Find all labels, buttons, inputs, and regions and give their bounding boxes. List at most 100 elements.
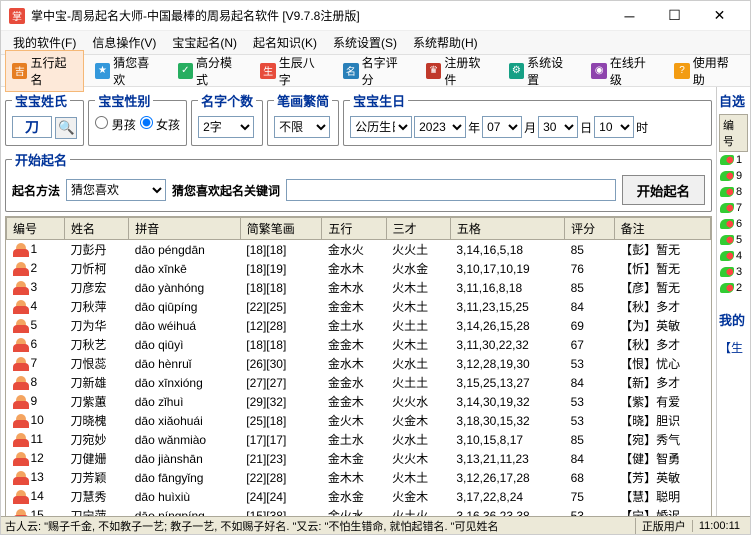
right-header: 编号	[719, 114, 748, 152]
person-icon	[13, 452, 29, 466]
col-编号[interactable]: 编号	[7, 218, 65, 240]
gender-male[interactable]: 男孩	[95, 116, 135, 133]
table-row[interactable]: 4刀秋萍dāo qiūpíng[22][25]金金木火木土3,11,23,15,…	[7, 297, 711, 316]
surname-input[interactable]	[12, 116, 52, 138]
table-row[interactable]: 10刀晓槐dāo xiǎohuái[25][18]金火木火金木3,18,30,1…	[7, 411, 711, 430]
table-row[interactable]: 3刀彦宏dāo yànhóng[18][18]金木水火木土3,11,16,8,1…	[7, 278, 711, 297]
leaf-icon	[720, 219, 734, 229]
person-icon	[13, 338, 29, 352]
person-icon	[13, 376, 29, 390]
right-title: 自选	[719, 91, 748, 110]
app-icon: 掌	[9, 8, 25, 24]
keyword-label: 猜您喜欢起名关键词	[172, 182, 280, 199]
tool-icon: 生	[260, 63, 275, 79]
fav-item[interactable]: 7	[719, 200, 748, 216]
table-row[interactable]: 6刀秋艺dāo qiūyì[18][18]金金木火木土3,11,30,22,32…	[7, 335, 711, 354]
person-icon	[13, 395, 29, 409]
tool-icon: 吉	[12, 63, 27, 79]
right-link[interactable]: 【生	[719, 339, 748, 356]
fav-item[interactable]: 8	[719, 184, 748, 200]
leaf-icon	[720, 187, 734, 197]
table-row[interactable]: 15刀宁萍dāo níngpíng[15][38]金火水火土火3,16,36,2…	[7, 506, 711, 516]
person-icon	[13, 471, 29, 485]
count-select[interactable]: 2字	[198, 116, 254, 138]
method-select[interactable]: 猜您喜欢	[66, 179, 166, 201]
count-group: 名字个数 2字	[191, 91, 263, 146]
person-icon	[13, 433, 29, 447]
col-拼音[interactable]: 拼音	[129, 218, 241, 240]
table-row[interactable]: 8刀新雄dāo xīnxióng[27][27]金金水火土土3,15,25,13…	[7, 373, 711, 392]
col-简繁笔画[interactable]: 简繁笔画	[240, 218, 322, 240]
strokes-select[interactable]: 不限	[274, 116, 330, 138]
table-row[interactable]: 7刀恨蕊dāo hènruǐ[26][30]金水木火水土3,12,28,19,3…	[7, 354, 711, 373]
tool-在线升级[interactable]: ◉在线升级	[584, 50, 663, 92]
col-五行[interactable]: 五行	[322, 218, 386, 240]
fav-item[interactable]: 9	[719, 168, 748, 184]
tool-icon: ?	[674, 63, 689, 79]
fav-item[interactable]: 5	[719, 232, 748, 248]
tool-使用帮助[interactable]: ?使用帮助	[667, 50, 746, 92]
fav-item[interactable]: 1	[719, 152, 748, 168]
tool-生辰八字[interactable]: 生生辰八字	[253, 50, 332, 92]
start-naming-button[interactable]: 开始起名	[622, 175, 705, 205]
surname-search-button[interactable]: 🔍	[55, 117, 77, 139]
surname-legend: 宝宝姓氏	[12, 91, 70, 110]
person-icon	[13, 281, 29, 295]
month-select[interactable]: 07	[482, 116, 522, 138]
person-icon	[13, 509, 29, 516]
col-姓名[interactable]: 姓名	[65, 218, 129, 240]
table-row[interactable]: 9刀紫蕙dāo zǐhuì[29][32]金金木火火水3,14,30,19,32…	[7, 392, 711, 411]
hour-select[interactable]: 10	[594, 116, 634, 138]
person-icon	[13, 357, 29, 371]
leaf-icon	[720, 283, 734, 293]
fav-item[interactable]: 2	[719, 280, 748, 296]
tool-icon: ★	[95, 63, 110, 79]
table-row[interactable]: 13刀芳颖dāo fāngyǐng[22][28]金木木火木土3,12,26,1…	[7, 468, 711, 487]
person-icon	[13, 490, 29, 504]
tool-高分模式[interactable]: ✓高分模式	[171, 50, 250, 92]
table-row[interactable]: 12刀健姗dāo jiànshān[21][23]金木金火火木3,13,21,1…	[7, 449, 711, 468]
tool-注册软件[interactable]: ♛注册软件	[419, 50, 498, 92]
leaf-icon	[720, 235, 734, 245]
table-row[interactable]: 14刀慧秀dāo huìxiù[24][24]金水金火金木3,17,22,8,2…	[7, 487, 711, 506]
strokes-group: 笔画繁简 不限	[267, 91, 339, 146]
person-icon	[13, 319, 29, 333]
tool-猜您喜欢[interactable]: ★猜您喜欢	[88, 50, 167, 92]
table-row[interactable]: 1刀彭丹dāo péngdān[18][18]金水火火火土3,14,16,5,1…	[7, 240, 711, 260]
leaf-icon	[720, 203, 734, 213]
naming-group: 开始起名 起名方法 猜您喜欢 猜您喜欢起名关键词 开始起名	[5, 150, 712, 212]
strokes-legend: 笔画繁简	[274, 91, 332, 110]
tool-系统设置[interactable]: ⚙系统设置	[502, 50, 581, 92]
surname-group: 宝宝姓氏 🔍	[5, 91, 84, 146]
col-三才[interactable]: 三才	[386, 218, 450, 240]
fav-item[interactable]: 3	[719, 264, 748, 280]
col-评分[interactable]: 评分	[565, 218, 615, 240]
leaf-icon	[720, 155, 734, 165]
status-version: 正版用户	[635, 518, 692, 534]
tool-icon: 名	[343, 63, 358, 79]
fav-item[interactable]: 6	[719, 216, 748, 232]
method-label: 起名方法	[12, 182, 60, 199]
col-五格[interactable]: 五格	[450, 218, 564, 240]
birth-legend: 宝宝生日	[350, 91, 408, 110]
maximize-button[interactable]: ☐	[652, 1, 697, 31]
table-row[interactable]: 11刀宛妙dāo wǎnmiào[17][17]金土水火水土3,10,15,8,…	[7, 430, 711, 449]
tool-icon: ◉	[591, 63, 606, 79]
naming-legend: 开始起名	[12, 150, 70, 169]
year-select[interactable]: 2023	[414, 116, 466, 138]
leaf-icon	[720, 267, 734, 277]
close-button[interactable]: ✕	[697, 1, 742, 31]
status-quote: 古人云: "赐子千金, 不如教子一艺; 教子一艺, 不如赐子好名. "又云: "…	[5, 518, 635, 534]
keyword-input[interactable]	[286, 179, 616, 201]
fav-item[interactable]: 4	[719, 248, 748, 264]
col-备注[interactable]: 备注	[614, 218, 710, 240]
table-row[interactable]: 2刀忻柯dāo xīnkē[18][19]金水木火水金3,10,17,10,19…	[7, 259, 711, 278]
tool-五行起名[interactable]: 吉五行起名	[5, 50, 84, 92]
table-row[interactable]: 5刀为华dāo wéihuá[12][28]金土水火土土3,14,26,15,2…	[7, 316, 711, 335]
gender-female[interactable]: 女孩	[140, 116, 180, 133]
tool-名字评分[interactable]: 名名字评分	[336, 50, 415, 92]
minimize-button[interactable]: ─	[607, 1, 652, 31]
calendar-select[interactable]: 公历生日	[350, 116, 412, 138]
leaf-icon	[720, 171, 734, 181]
day-select[interactable]: 30	[538, 116, 578, 138]
